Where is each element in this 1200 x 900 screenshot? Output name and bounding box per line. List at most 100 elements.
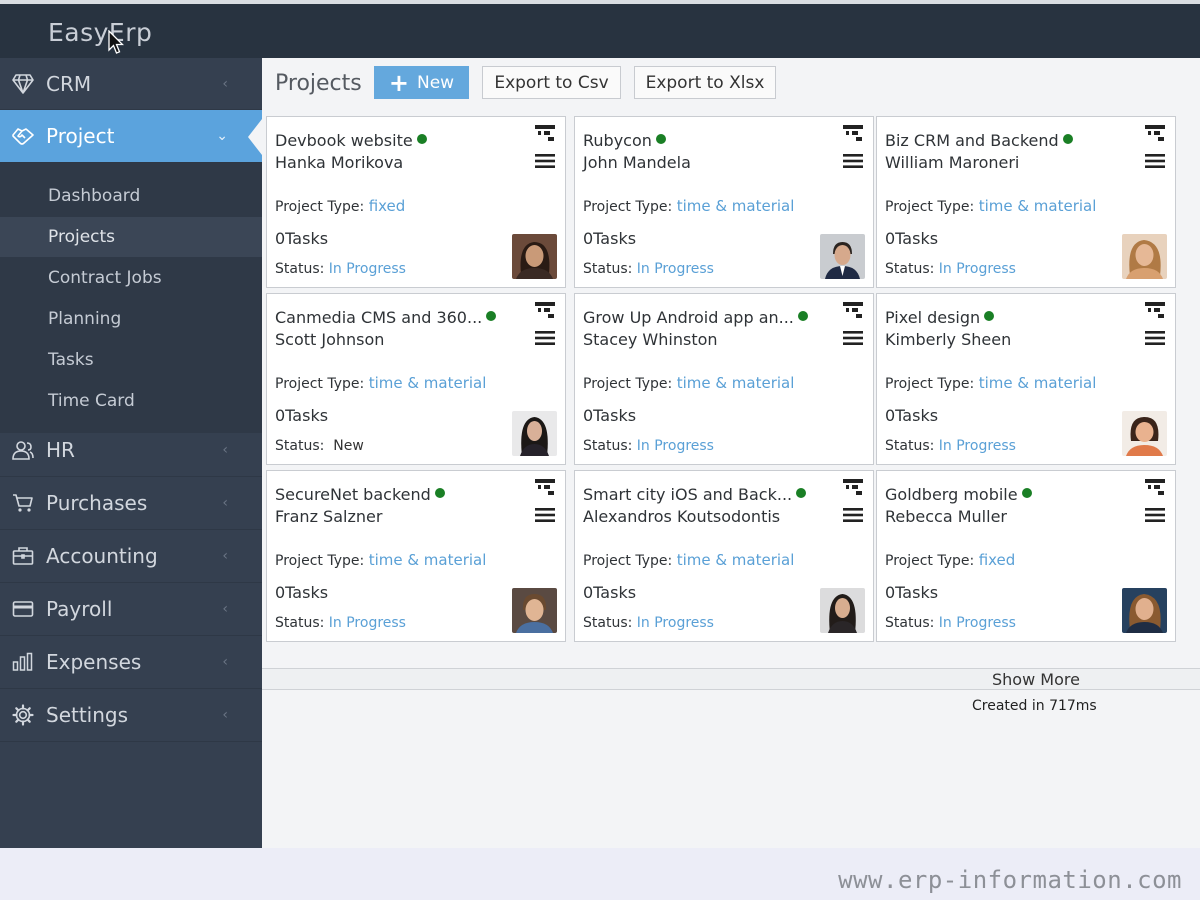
project-name[interactable]: Pixel design <box>885 308 980 327</box>
org-tree-icon[interactable] <box>535 125 555 143</box>
app-brand[interactable]: EasyErp <box>48 18 152 47</box>
project-type-line: Project Type: time & material <box>583 374 794 392</box>
project-card[interactable]: Devbook website Hanka Morikova Project T… <box>266 116 566 288</box>
sidebar-item-purchases[interactable]: Purchases ‹ <box>0 477 262 530</box>
project-name[interactable]: Rubycon <box>583 131 652 150</box>
org-tree-icon[interactable] <box>1145 125 1165 143</box>
sidebar-item-payroll[interactable]: Payroll ‹ <box>0 583 262 636</box>
project-card[interactable]: Rubycon John Mandela Project Type: time … <box>574 116 874 288</box>
project-type-label: Project Type: <box>583 553 673 569</box>
sidebar-item-hr[interactable]: HR ‹ <box>0 424 262 477</box>
project-owner: Scott Johnson <box>275 330 385 349</box>
sidebar-item-crm[interactable]: CRM ‹ <box>0 58 262 110</box>
project-type-line: Project Type: time & material <box>885 374 1096 392</box>
org-tree-icon[interactable] <box>1145 479 1165 497</box>
submenu-item-time-card[interactable]: Time Card <box>0 381 262 421</box>
menu-icon[interactable] <box>843 330 863 346</box>
project-type-value: fixed <box>978 551 1016 569</box>
active-status-dot <box>796 488 807 498</box>
project-name[interactable]: SecureNet backend <box>275 485 431 504</box>
menu-icon[interactable] <box>843 507 863 523</box>
project-card[interactable]: Grow Up Android app an... Stacey Whinsto… <box>574 293 874 465</box>
project-owner: Kimberly Sheen <box>885 330 1012 349</box>
status-line: Status: In Progress <box>275 615 406 631</box>
status-label: Status: <box>885 615 935 631</box>
submenu-item-contract-jobs[interactable]: Contract Jobs <box>0 258 262 298</box>
active-status-dot <box>486 311 497 321</box>
project-name[interactable]: Devbook website <box>275 131 413 150</box>
submenu-item-planning[interactable]: Planning <box>0 299 262 339</box>
sidebar-item-project[interactable]: Project ⌄ <box>0 110 262 163</box>
project-name[interactable]: Smart city iOS and Back... <box>583 485 792 504</box>
project-name[interactable]: Canmedia CMS and 360... <box>275 308 482 327</box>
org-tree-icon[interactable] <box>1145 302 1165 320</box>
chevron-left-icon: ‹ <box>222 707 228 723</box>
menu-icon[interactable] <box>1145 153 1165 169</box>
menu-icon[interactable] <box>535 153 555 169</box>
project-name[interactable]: Biz CRM and Backend <box>885 131 1059 150</box>
chevron-left-icon: ‹ <box>222 442 228 458</box>
show-more-button[interactable]: Show More <box>992 670 1080 689</box>
task-count: 0Tasks <box>885 406 939 425</box>
status-label: Status: <box>583 615 633 631</box>
gear-icon <box>0 704 46 726</box>
project-name[interactable]: Grow Up Android app an... <box>583 308 794 327</box>
status-line: Status: In Progress <box>583 438 714 454</box>
project-type-value: time & material <box>368 551 487 569</box>
project-name-line: Devbook website <box>275 131 427 150</box>
project-type-label: Project Type: <box>275 376 365 392</box>
project-name-line: Biz CRM and Backend <box>885 131 1073 150</box>
user-avatar <box>1122 411 1167 456</box>
menu-icon[interactable] <box>843 153 863 169</box>
project-type-line: Project Type: time & material <box>583 551 794 569</box>
submenu-item-tasks[interactable]: Tasks <box>0 340 262 380</box>
sidebar-item-label: Purchases <box>46 491 148 515</box>
export-csv-button[interactable]: Export to Csv <box>482 66 621 99</box>
user-avatar <box>1122 588 1167 633</box>
created-time: Created in 717ms <box>972 698 1097 714</box>
org-tree-icon[interactable] <box>843 125 863 143</box>
project-card[interactable]: Goldberg mobile Rebecca Muller Project T… <box>876 470 1176 642</box>
project-card[interactable]: Biz CRM and Backend William Maroneri Pro… <box>876 116 1176 288</box>
org-tree-icon[interactable] <box>535 479 555 497</box>
sidebar-item-label: Payroll <box>46 597 113 621</box>
sidebar-item-accounting[interactable]: Accounting ‹ <box>0 530 262 583</box>
user-avatar <box>512 588 557 633</box>
page-title: Projects <box>275 71 362 96</box>
project-name-line: Smart city iOS and Back... <box>583 485 807 504</box>
cart-icon <box>0 493 46 513</box>
project-type-value: time & material <box>676 374 795 392</box>
status-line: Status: In Progress <box>885 261 1016 277</box>
menu-icon[interactable] <box>535 507 555 523</box>
org-tree-icon[interactable] <box>843 479 863 497</box>
status-value: In Progress <box>328 261 406 277</box>
project-card[interactable]: Pixel design Kimberly Sheen Project Type… <box>876 293 1176 465</box>
menu-icon[interactable] <box>535 330 555 346</box>
menu-icon[interactable] <box>1145 330 1165 346</box>
sidebar-item-settings[interactable]: Settings ‹ <box>0 689 262 742</box>
status-value: New <box>333 438 364 454</box>
status-label: Status: <box>885 438 935 454</box>
briefcase-icon <box>0 546 46 566</box>
new-project-button[interactable]: + New <box>374 66 469 99</box>
project-type-label: Project Type: <box>583 376 673 392</box>
handshake-icon <box>0 126 46 146</box>
project-card[interactable]: Smart city iOS and Back... Alexandros Ko… <box>574 470 874 642</box>
menu-icon[interactable] <box>1145 507 1165 523</box>
project-card[interactable]: Canmedia CMS and 360... Scott Johnson Pr… <box>266 293 566 465</box>
project-type-value: time & material <box>676 197 795 215</box>
status-value: In Progress <box>328 615 406 631</box>
sidebar: CRM ‹ Project ⌄ Dashboard Projects Contr… <box>0 58 262 848</box>
status-label: Status: <box>885 261 935 277</box>
status-label: Status: <box>275 438 325 454</box>
submenu-item-projects[interactable]: Projects <box>0 217 262 257</box>
org-tree-icon[interactable] <box>535 302 555 320</box>
status-value: In Progress <box>938 438 1016 454</box>
sidebar-item-expenses[interactable]: Expenses ‹ <box>0 636 262 689</box>
project-name[interactable]: Goldberg mobile <box>885 485 1018 504</box>
submenu-item-dashboard[interactable]: Dashboard <box>0 176 262 216</box>
status-value: In Progress <box>938 615 1016 631</box>
export-xlsx-button[interactable]: Export to Xlsx <box>634 66 776 99</box>
project-card[interactable]: SecureNet backend Franz Salzner Project … <box>266 470 566 642</box>
org-tree-icon[interactable] <box>843 302 863 320</box>
